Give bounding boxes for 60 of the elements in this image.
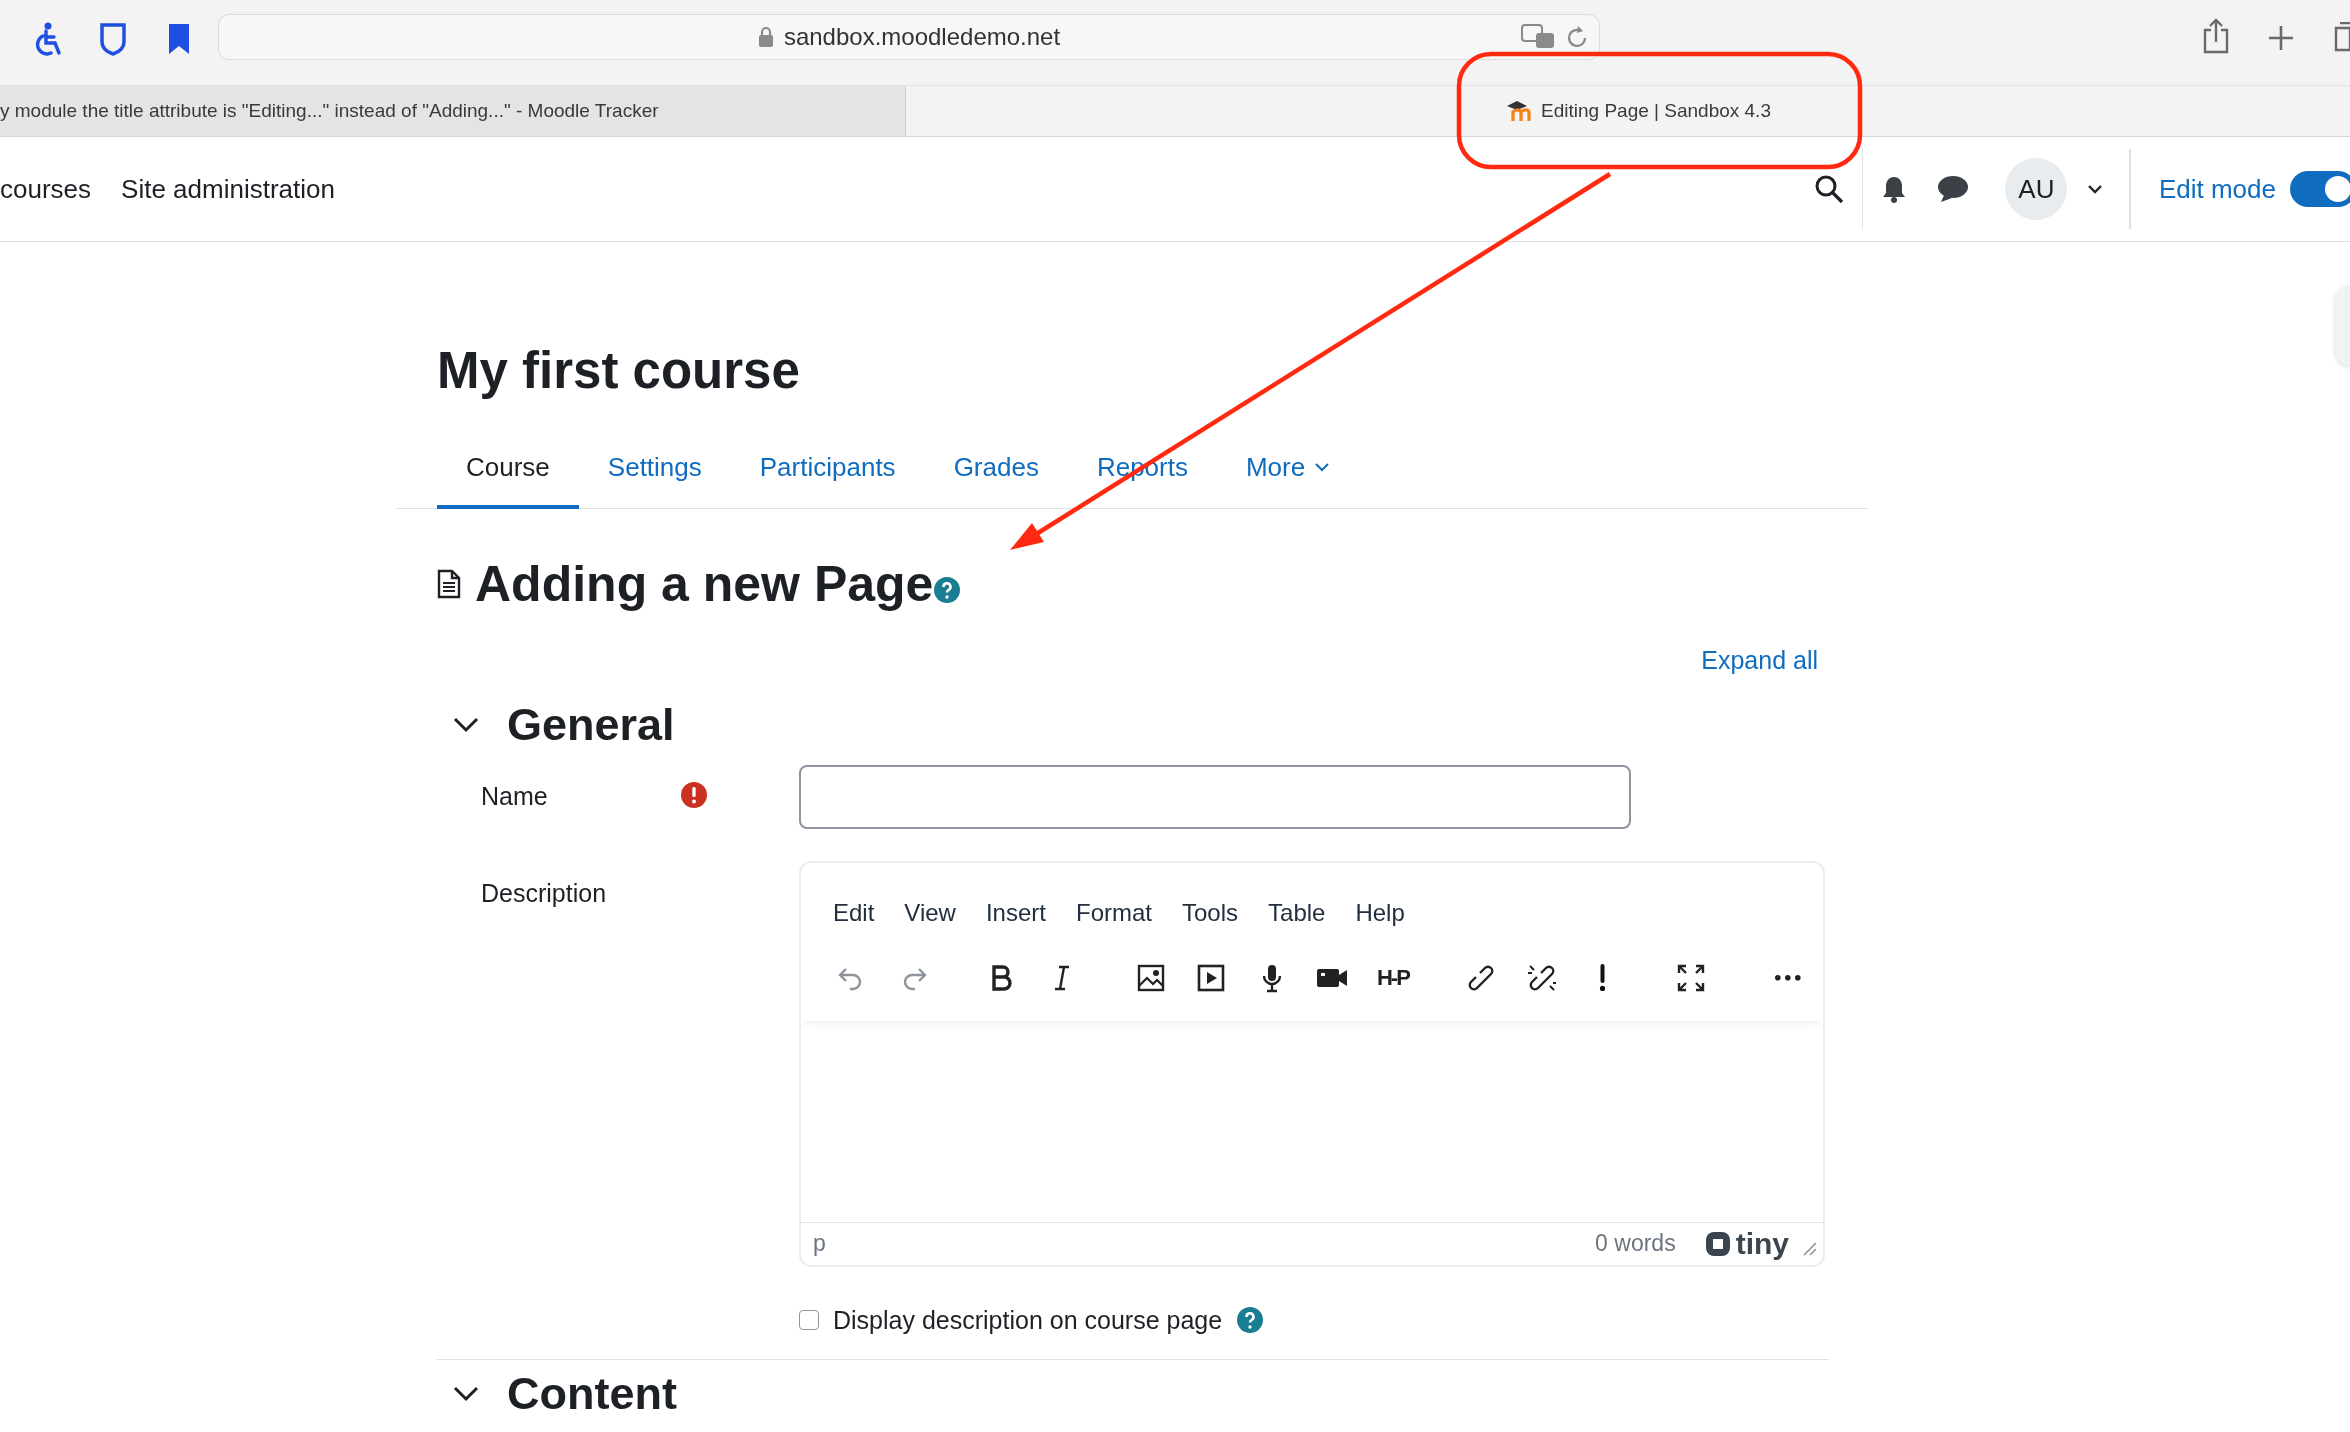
element-path[interactable]: p <box>813 1230 826 1257</box>
exclamation-icon <box>1599 964 1607 991</box>
editor-menu-item[interactable]: Tools <box>1172 890 1249 935</box>
chevron-down-icon[interactable] <box>453 1385 479 1402</box>
image-icon <box>1135 962 1166 993</box>
checkbox[interactable] <box>799 1310 819 1330</box>
expand-all-link[interactable]: Expand all <box>1701 645 1818 675</box>
editor-menu-item[interactable]: Insert <box>975 890 1056 935</box>
field-label: Description <box>480 877 608 909</box>
edit-mode-label: Edit mode <box>2158 173 2276 205</box>
word-count[interactable]: 0 words <box>1595 1230 1676 1257</box>
help-icon[interactable] <box>933 575 962 604</box>
editor-menu-item[interactable]: Format <box>1066 890 1162 935</box>
h5p-button[interactable]: H-P <box>1367 951 1419 1004</box>
more-icon <box>1774 974 1801 981</box>
document-icon <box>437 568 461 599</box>
course-tab[interactable]: Settings <box>578 434 731 509</box>
editor-menu-item[interactable]: View <box>894 890 966 935</box>
nav-link[interactable]: courses <box>0 173 92 205</box>
lock-icon <box>757 26 774 48</box>
nav-link[interactable]: Site administration <box>121 173 335 205</box>
bookmark-icon[interactable] <box>167 22 191 56</box>
reload-icon[interactable] <box>1565 24 1589 50</box>
editor-menu-item[interactable]: Help <box>1345 890 1415 935</box>
course-title: My first course <box>437 341 801 401</box>
editor-menu-item[interactable]: Table <box>1258 890 1336 935</box>
address-bar[interactable]: sandbox.moodledemo.net <box>218 14 1600 60</box>
resize-handle-icon[interactable] <box>1803 1241 1817 1256</box>
name-input-field[interactable] <box>799 764 1631 829</box>
unlink-icon <box>1527 962 1558 993</box>
section-heading[interactable]: Content <box>507 1367 677 1420</box>
user-avatar[interactable]: AU <box>2005 158 2068 220</box>
chevron-down-icon[interactable] <box>2087 184 2104 194</box>
course-tab[interactable]: Participants <box>730 434 925 509</box>
course-tab[interactable]: Course <box>437 434 579 509</box>
tabs-overview-icon[interactable] <box>2334 22 2350 52</box>
bell-icon[interactable] <box>1881 175 1908 203</box>
chevron-down-icon[interactable] <box>453 716 479 733</box>
section-heading[interactable]: General <box>507 698 675 751</box>
browser-tab[interactable]: y module the title attribute is "Editing..." instead of "Adding..." - Moodle Tracker <box>0 86 906 136</box>
course-tab[interactable]: More <box>1216 434 1359 509</box>
editor-brand-logo[interactable]: tiny <box>1703 1226 1789 1261</box>
editor-menu-item[interactable]: Edit <box>823 890 885 935</box>
logo-mark-icon <box>1703 1229 1732 1258</box>
url-text: sandbox.moodledemo.net <box>783 23 1061 51</box>
checkbox-label[interactable]: Display description on course page <box>833 1305 1223 1335</box>
share-icon[interactable] <box>2202 18 2230 54</box>
course-tab[interactable]: Grades <box>924 434 1068 509</box>
chevron-down-icon <box>1315 463 1330 472</box>
site-logo-icon <box>1505 100 1533 122</box>
fullscreen-icon <box>1676 962 1707 993</box>
help-icon[interactable] <box>1236 1306 1265 1334</box>
media-icon <box>1196 962 1227 993</box>
plus-icon[interactable] <box>2268 25 2294 51</box>
field-label: Name <box>480 782 549 811</box>
chat-icon[interactable] <box>1937 175 1970 203</box>
edit-mode-toggle[interactable] <box>2290 171 2350 207</box>
page-heading: Adding a new Page <box>475 554 934 613</box>
search-icon[interactable] <box>1813 174 1844 204</box>
shield-icon[interactable] <box>99 22 127 56</box>
